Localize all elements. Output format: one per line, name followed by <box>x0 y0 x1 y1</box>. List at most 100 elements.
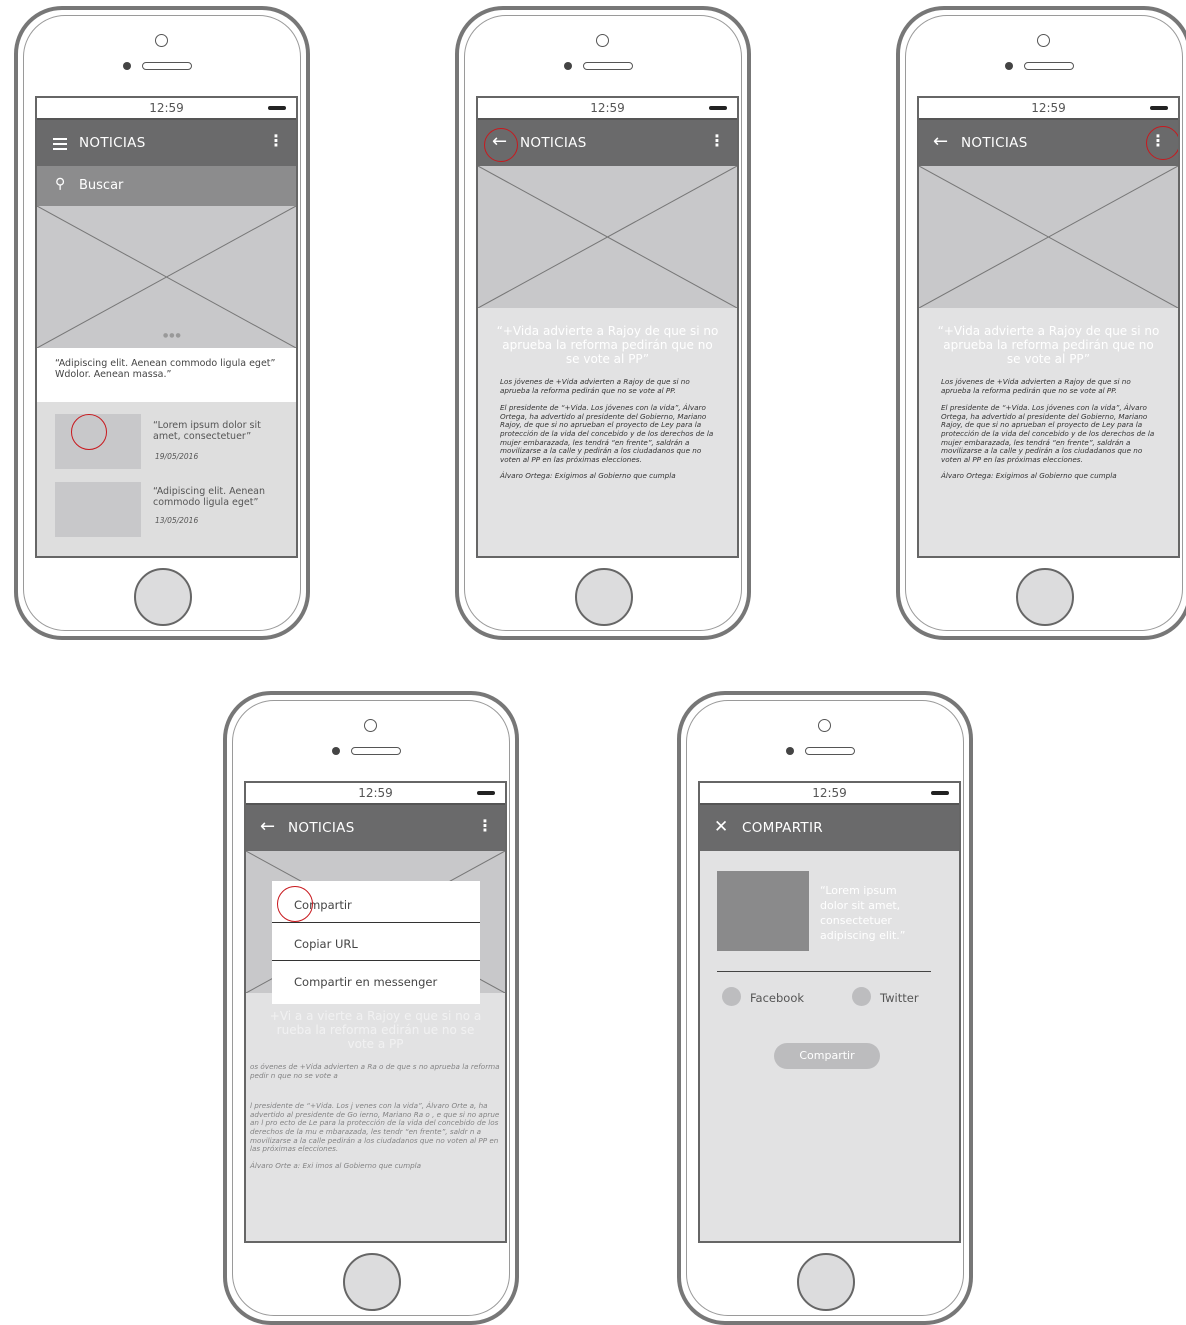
phone-1: 12:59 NOTICIAS ⋮ ⚲ Buscar ●●● “Adipiscin… <box>14 6 310 640</box>
app-bar: ← NOTICIAS ⋮ <box>919 120 1178 166</box>
list-item-date: 13/05/2016 <box>155 516 199 525</box>
article-headline: “+Vida advierte a Rajoy de que si no apr… <box>937 324 1160 366</box>
thumbnail-placeholder <box>55 482 141 537</box>
search-placeholder: Buscar <box>79 178 124 193</box>
app-bar: NOTICIAS ⋮ <box>37 120 296 166</box>
tap-indicator <box>71 414 107 450</box>
status-time: 12:59 <box>1031 101 1066 115</box>
close-icon[interactable]: ✕ <box>714 818 728 836</box>
article-body: “+Vida advierte a Rajoy de que si no apr… <box>919 308 1178 481</box>
list-item-date: 19/05/2016 <box>155 452 199 461</box>
article-lead: os óvenes de +Vida advierten a Ra o de q… <box>250 1062 500 1080</box>
home-button[interactable] <box>343 1253 401 1311</box>
article-footer: Álvaro Orte a: Exi imos al Gobierno que … <box>250 1160 422 1170</box>
status-bar: 12:59 <box>37 98 296 120</box>
battery-icon <box>709 106 727 110</box>
speaker-slot <box>351 747 401 755</box>
status-time: 12:59 <box>149 101 184 115</box>
article-body: “+Vida advierte a Rajoy de que si no apr… <box>478 308 737 481</box>
camera-icon <box>596 34 609 47</box>
speaker-slot <box>1024 62 1074 70</box>
article-body-faded: +Vi a a vierte a Rajoy e que si no a rue… <box>246 993 505 1170</box>
status-time: 12:59 <box>812 786 847 800</box>
battery-icon <box>268 106 286 110</box>
home-button[interactable] <box>575 568 633 626</box>
speaker-slot <box>583 62 633 70</box>
app-bar: ← NOTICIAS ⋮ <box>246 805 505 851</box>
list-item-title: “Adipiscing elit. Aenean commodo ligula … <box>153 486 266 508</box>
home-button[interactable] <box>1016 568 1074 626</box>
page-title: NOTICIAS <box>79 135 146 151</box>
featured-caption-text: “Adipiscing elit. Aenean commodo ligula … <box>55 358 276 380</box>
article-headline: “+Vida advierte a Rajoy de que si no apr… <box>496 324 719 366</box>
camera-icon <box>364 719 377 732</box>
preview-thumbnail <box>717 871 809 951</box>
divider <box>717 971 931 972</box>
list-item[interactable]: “Adipiscing elit. Aenean commodo ligula … <box>55 482 286 538</box>
article-lead: Los jóvenes de +Vida advierten a Rajoy d… <box>500 377 690 395</box>
search-bar[interactable]: ⚲ Buscar <box>37 166 296 206</box>
camera-icon <box>818 719 831 732</box>
back-arrow-icon[interactable]: ← <box>933 133 948 151</box>
menu-item-label: Compartir en messenger <box>294 975 438 989</box>
battery-icon <box>477 791 495 795</box>
home-button[interactable] <box>797 1253 855 1311</box>
phone-2: 12:59 ← NOTICIAS ⋮ “+Vida advierte a Raj… <box>455 6 751 640</box>
speaker-slot <box>805 747 855 755</box>
screen-news-list: 12:59 NOTICIAS ⋮ ⚲ Buscar ●●● “Adipiscin… <box>35 96 298 558</box>
hamburger-menu-icon[interactable] <box>53 138 67 150</box>
camera-icon <box>155 34 168 47</box>
share-button[interactable]: Compartir <box>774 1043 880 1069</box>
battery-icon <box>931 791 949 795</box>
phone-4: 12:59 ← NOTICIAS ⋮ +Vi a a vierte a Rajo… <box>223 691 519 1325</box>
tap-indicator <box>277 886 313 922</box>
list-item-title: “Lorem ipsum dolor sit amet, consectetue… <box>153 420 261 442</box>
article-headline: +Vi a a vierte a Rajoy e que si no a rue… <box>269 1009 482 1051</box>
status-bar: 12:59 <box>246 783 505 805</box>
page-title: NOTICIAS <box>520 135 587 151</box>
featured-caption[interactable]: “Adipiscing elit. Aenean commodo ligula … <box>37 348 296 402</box>
option-twitter[interactable]: Twitter <box>852 987 952 1007</box>
sensor-dot <box>564 62 572 70</box>
back-arrow-icon[interactable]: ← <box>260 818 275 836</box>
carousel-dots[interactable]: ●●● <box>163 332 182 339</box>
search-icon: ⚲ <box>55 176 66 192</box>
article-footer: Álvaro Ortega: Exigimos al Gobierno que … <box>941 471 1117 481</box>
article-text: l presidente de “+Vida. Los j venes con … <box>250 1101 500 1154</box>
sensor-dot <box>332 747 340 755</box>
article-footer: Álvaro Ortega: Exigimos al Gobierno que … <box>500 471 676 481</box>
option-facebook[interactable]: Facebook <box>722 987 832 1007</box>
camera-icon <box>1037 34 1050 47</box>
status-bar: 12:59 <box>478 98 737 120</box>
screen-share: 12:59 ✕ COMPARTIR “Lorem ipsum dolor sit… <box>698 781 961 1243</box>
screen-article: 12:59 ← NOTICIAS ⋮ “+Vida advierte a Raj… <box>917 96 1180 558</box>
menu-item-copy-url[interactable]: Copiar URL <box>272 923 480 961</box>
tap-indicator <box>1146 126 1178 160</box>
radio-twitter[interactable] <box>852 987 871 1006</box>
article-image-placeholder <box>478 166 737 308</box>
status-bar: 12:59 <box>919 98 1178 120</box>
more-options-icon[interactable]: ⋮ <box>268 133 284 149</box>
menu-item-share-messenger[interactable]: Compartir en messenger <box>272 961 480 1004</box>
tap-indicator <box>484 128 518 162</box>
home-button[interactable] <box>134 568 192 626</box>
article-text: El presidente de “+Vida. Los jóvenes con… <box>941 403 1155 464</box>
sensor-dot <box>1005 62 1013 70</box>
option-label: Facebook <box>750 991 805 1005</box>
app-bar: ✕ COMPARTIR <box>700 805 959 851</box>
speaker-slot <box>142 62 192 70</box>
more-options-icon[interactable]: ⋮ <box>477 818 493 834</box>
radio-facebook[interactable] <box>722 987 741 1006</box>
option-label: Twitter <box>880 991 919 1005</box>
article-image-placeholder <box>919 166 1178 308</box>
status-time: 12:59 <box>358 786 393 800</box>
battery-icon <box>1150 106 1168 110</box>
more-options-icon[interactable]: ⋮ <box>709 133 725 149</box>
featured-image-placeholder[interactable]: ●●● <box>37 206 296 348</box>
sensor-dot <box>786 747 794 755</box>
article-lead: Los jóvenes de +Vida advierten a Rajoy d… <box>941 377 1131 395</box>
sensor-dot <box>123 62 131 70</box>
phone-5: 12:59 ✕ COMPARTIR “Lorem ipsum dolor sit… <box>677 691 973 1325</box>
phone-3: 12:59 ← NOTICIAS ⋮ “+Vida advierte a Raj… <box>896 6 1186 640</box>
status-time: 12:59 <box>590 101 625 115</box>
